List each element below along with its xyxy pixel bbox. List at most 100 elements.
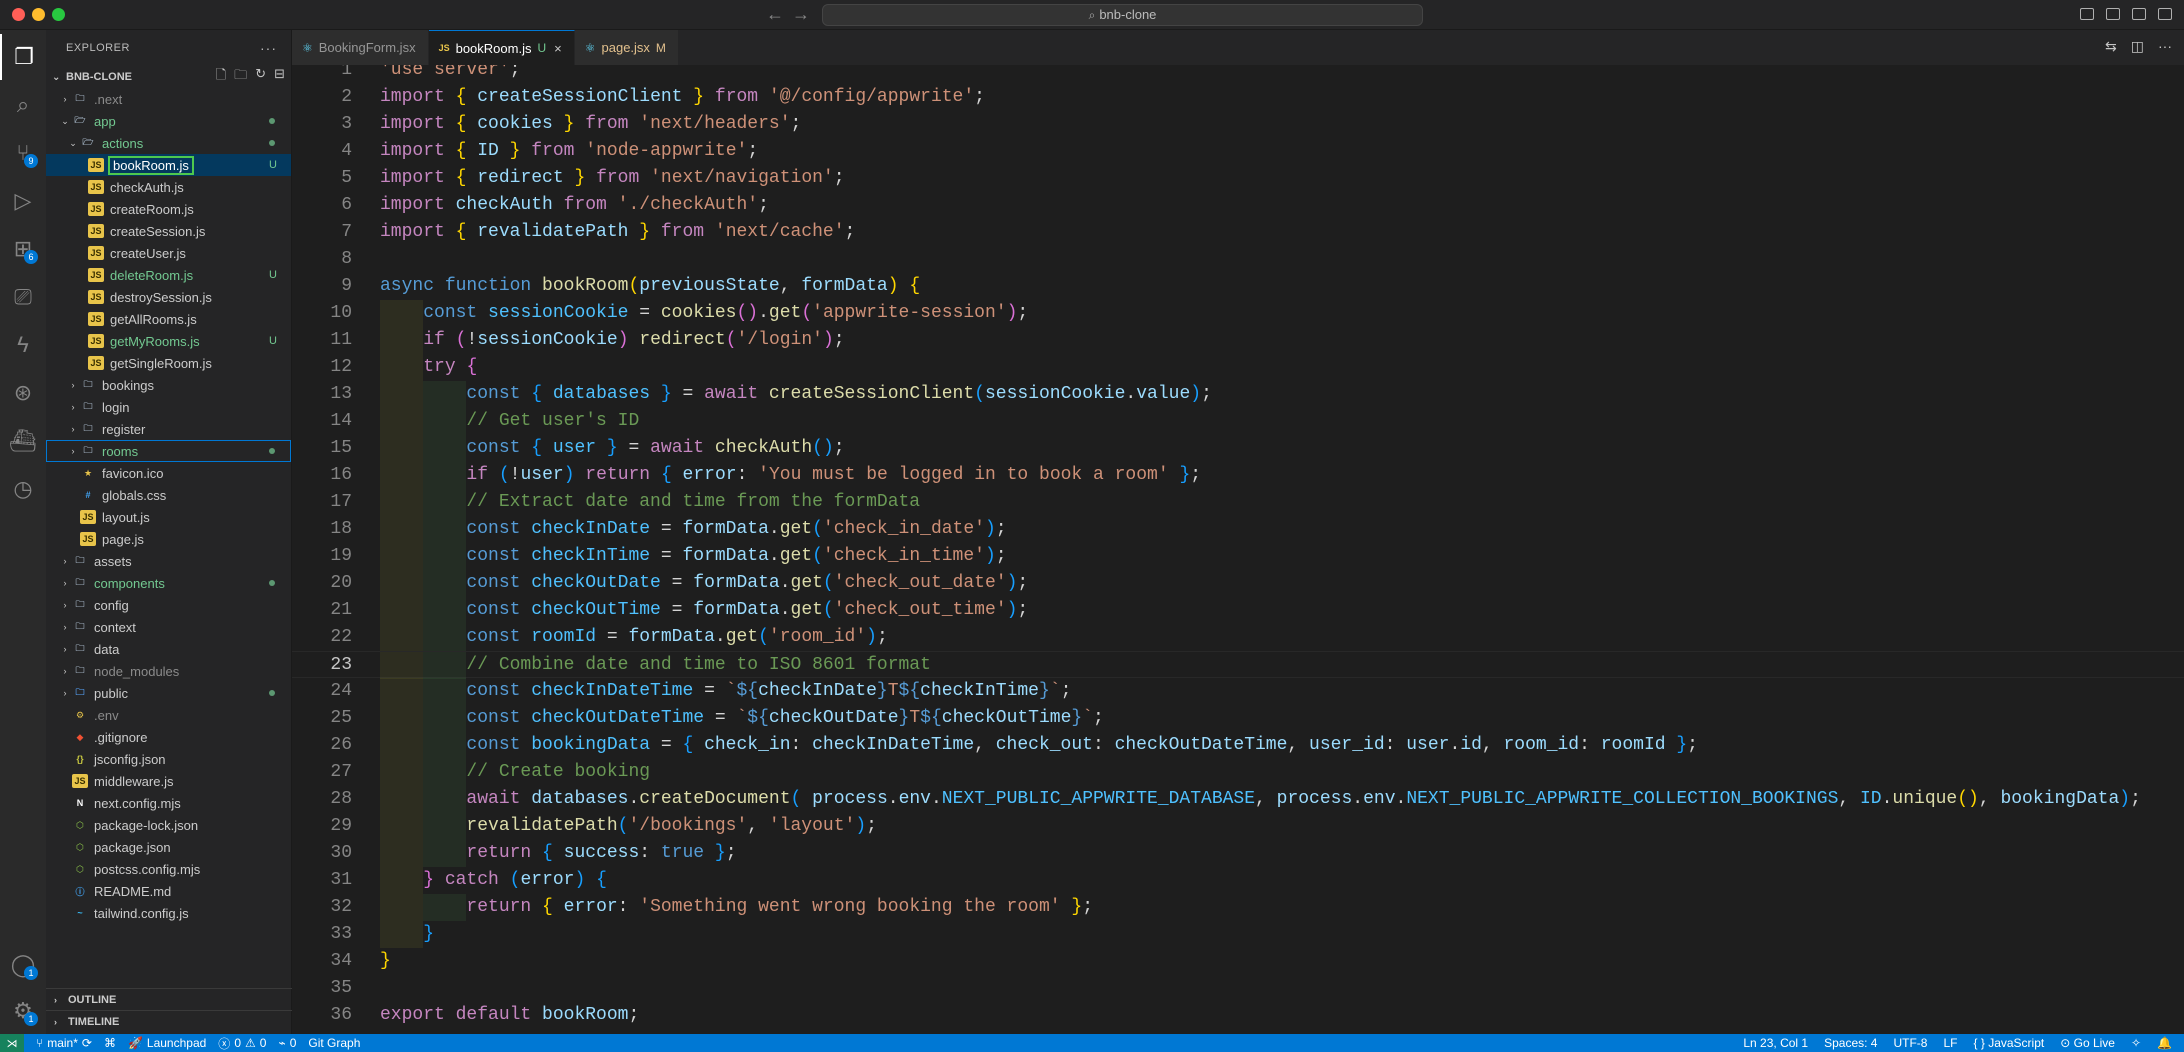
tree-item[interactable]: JS getAllRooms.js: [46, 308, 291, 330]
line-ending[interactable]: LF: [1943, 1036, 1957, 1050]
tree-item[interactable]: Nnext.config.mjs: [46, 792, 291, 814]
code-line[interactable]: 27 // Create booking: [292, 759, 2184, 786]
tree-item[interactable]: JS bookRoom.js U: [46, 154, 291, 176]
tree-item[interactable]: JS checkAuth.js: [46, 176, 291, 198]
history-icon[interactable]: ◷: [0, 466, 46, 512]
code-line[interactable]: 18 const checkInDate = formData.get('che…: [292, 516, 2184, 543]
accounts-icon[interactable]: ◯ 1: [0, 942, 46, 988]
outline-section[interactable]: › OUTLINE: [46, 988, 292, 1010]
code-line[interactable]: 29 revalidatePath('/bookings', 'layout')…: [292, 813, 2184, 840]
code-line[interactable]: 17 // Extract date and time from the for…: [292, 489, 2184, 516]
search-view-icon[interactable]: ⌕: [0, 82, 46, 128]
code-line[interactable]: 33 }: [292, 921, 2184, 948]
code-line[interactable]: 4 import { ID } from 'node-appwrite';: [292, 138, 2184, 165]
project-root[interactable]: ⌄ BNB-CLONE 🗋 🗀 ↻ ⊟: [46, 66, 291, 88]
tree-item[interactable]: › 🗀 node_modules: [46, 660, 291, 682]
code-line[interactable]: 3 import { cookies } from 'next/headers';: [292, 111, 2184, 138]
code-line[interactable]: 15 const { user } = await checkAuth();: [292, 435, 2184, 462]
tree-item[interactable]: › 🗀 data: [46, 638, 291, 660]
new-folder-icon[interactable]: 🗀: [234, 66, 247, 88]
docker-icon[interactable]: ⛴: [0, 418, 46, 464]
language-mode[interactable]: { } JavaScript: [1973, 1036, 2044, 1050]
ports-indicator[interactable]: ⌁ 0: [278, 1036, 296, 1050]
launchpad-button[interactable]: 🚀 Launchpad: [128, 1036, 206, 1050]
tree-item[interactable]: › 🗀 rooms: [46, 440, 291, 462]
tree-item[interactable]: › 🗀 assets: [46, 550, 291, 572]
maximize-window-button[interactable]: [52, 8, 65, 21]
code-line[interactable]: 26 const bookingData = { check_in: check…: [292, 732, 2184, 759]
tree-item[interactable]: ◆ .gitignore: [46, 726, 291, 748]
tree-item[interactable]: ⬡ package-lock.json: [46, 814, 291, 836]
problems-indicator[interactable]: ⓧ 0 ⚠ 0: [218, 1035, 266, 1052]
editor-tab[interactable]: ⚛ page.jsx M: [574, 30, 679, 65]
tree-item[interactable]: ~ tailwind.config.js: [46, 902, 291, 924]
tree-item[interactable]: › 🗀 register: [46, 418, 291, 440]
tree-item[interactable]: ⌄ 🗁 actions: [46, 132, 291, 154]
tree-item[interactable]: JS createSession.js: [46, 220, 291, 242]
settings-gear-icon[interactable]: ⚙ 1: [0, 988, 46, 1034]
code-line[interactable]: 30 return { success: true };: [292, 840, 2184, 867]
code-line[interactable]: 5 import { redirect } from 'next/navigati…: [292, 165, 2184, 192]
tree-item[interactable]: JS deleteRoom.js U: [46, 264, 291, 286]
editor-tab[interactable]: JS bookRoom.js U ×: [428, 30, 575, 65]
tree-item[interactable]: ⓘ README.md: [46, 880, 291, 902]
tree-item[interactable]: # globals.css: [46, 484, 291, 506]
indentation[interactable]: Spaces: 4: [1824, 1036, 1877, 1050]
tree-item[interactable]: › 🗀 config: [46, 594, 291, 616]
code-line[interactable]: 23 // Combine date and time to ISO 8601 …: [292, 651, 2184, 679]
code-line[interactable]: 28 await databases.createDocument( proce…: [292, 786, 2184, 813]
source-control-icon[interactable]: ⑂ 9: [0, 130, 46, 176]
split-editor-icon[interactable]: ◫: [2131, 38, 2144, 55]
notifications-bell-icon[interactable]: 🔔: [2157, 1036, 2172, 1050]
tree-item[interactable]: › 🗀 public: [46, 682, 291, 704]
git-graph-icon[interactable]: ⊛: [0, 370, 46, 416]
code-line[interactable]: 31 } catch (error) {: [292, 867, 2184, 894]
command-center-search[interactable]: ⌕ bnb-clone: [822, 4, 1423, 26]
git-graph-button[interactable]: Git Graph: [308, 1036, 360, 1050]
collapse-all-icon[interactable]: ⊟: [274, 66, 285, 88]
lightning-icon[interactable]: ϟ: [0, 322, 46, 368]
refresh-icon[interactable]: ↻: [255, 66, 266, 88]
toggle-sidebar-icon[interactable]: [2080, 8, 2094, 20]
tree-item[interactable]: JS destroySession.js: [46, 286, 291, 308]
explorer-icon[interactable]: ❐: [0, 34, 46, 80]
code-line[interactable]: 35: [292, 975, 2184, 1002]
toggle-panel-icon[interactable]: [2106, 8, 2120, 20]
code-line[interactable]: 24 const checkInDateTime = `${checkInDat…: [292, 678, 2184, 705]
more-actions-icon[interactable]: ···: [2158, 38, 2172, 55]
remote-status[interactable]: ⌘: [104, 1036, 116, 1050]
tree-item[interactable]: JS createUser.js: [46, 242, 291, 264]
tree-item[interactable]: JS layout.js: [46, 506, 291, 528]
tree-item[interactable]: › 🗀 bookings: [46, 374, 291, 396]
back-arrow-icon[interactable]: ←: [766, 4, 784, 25]
encoding[interactable]: UTF-8: [1893, 1036, 1927, 1050]
tree-item[interactable]: › 🗀 .next: [46, 88, 291, 110]
branch-indicator[interactable]: ⑂ main* ⟳: [36, 1036, 92, 1050]
forward-arrow-icon[interactable]: →: [792, 4, 810, 25]
compare-changes-icon[interactable]: ⇆: [2105, 38, 2117, 55]
tree-item[interactable]: ⬡ postcss.config.mjs: [46, 858, 291, 880]
remote-indicator-icon[interactable]: ⋊: [0, 1034, 24, 1052]
code-line[interactable]: 32 return { error: 'Something went wrong…: [292, 894, 2184, 921]
extensions-icon[interactable]: ⊞ 6: [0, 226, 46, 272]
code-line[interactable]: 12 try {: [292, 354, 2184, 381]
tree-item[interactable]: › 🗀 login: [46, 396, 291, 418]
tree-item[interactable]: ⬡ package.json: [46, 836, 291, 858]
code-line[interactable]: 6 import checkAuth from './checkAuth';: [292, 192, 2184, 219]
tree-item[interactable]: JS getMyRooms.js U: [46, 330, 291, 352]
more-actions-icon[interactable]: ···: [260, 40, 277, 56]
tree-item[interactable]: JS middleware.js: [46, 770, 291, 792]
timeline-section[interactable]: › TIMELINE: [46, 1010, 292, 1032]
code-line[interactable]: 8: [292, 246, 2184, 273]
code-line[interactable]: 22 const roomId = formData.get('room_id'…: [292, 624, 2184, 651]
cursor-position[interactable]: Ln 23, Col 1: [1743, 1036, 1808, 1050]
code-line[interactable]: 20 const checkOutDate = formData.get('ch…: [292, 570, 2184, 597]
code-line[interactable]: 25 const checkOutDateTime = `${checkOutD…: [292, 705, 2184, 732]
code-line[interactable]: 14 // Get user's ID: [292, 408, 2184, 435]
remote-explorer-icon[interactable]: ⎚: [0, 274, 46, 320]
customize-layout-icon[interactable]: [2158, 8, 2172, 20]
tree-item[interactable]: › 🗀 context: [46, 616, 291, 638]
tree-item[interactable]: {} jsconfig.json: [46, 748, 291, 770]
code-line[interactable]: 9 async function bookRoom(previousState, …: [292, 273, 2184, 300]
minimize-window-button[interactable]: [32, 8, 45, 21]
